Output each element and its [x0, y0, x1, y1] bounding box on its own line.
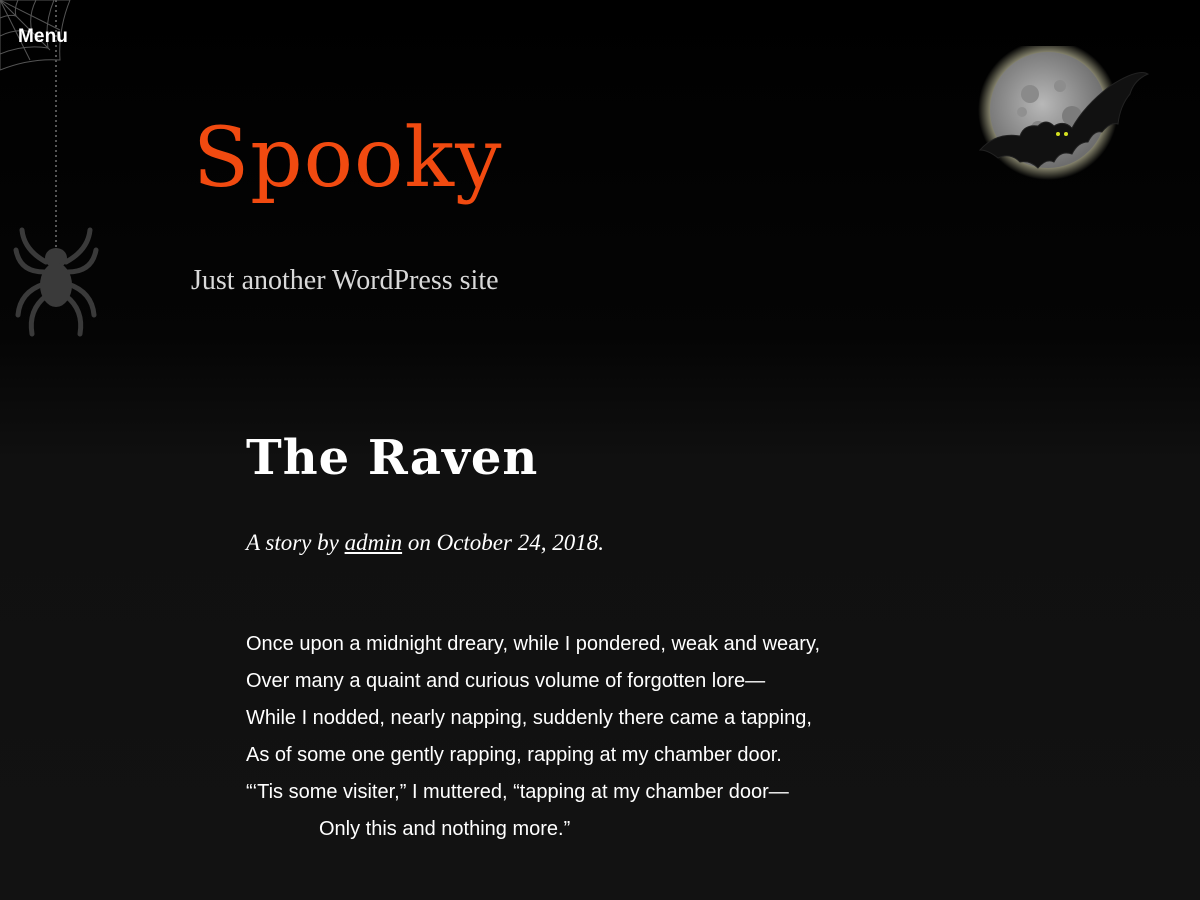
menu-toggle-button[interactable]: Menu	[18, 26, 68, 48]
site-tagline: Just another WordPress site	[191, 265, 499, 296]
poem-line: Over many a quaint and curious volume of…	[246, 670, 766, 692]
poem-line: While I nodded, nearly napping, suddenly…	[246, 707, 812, 729]
post-meta: A story by admin on October 24, 2018.	[246, 530, 604, 556]
post-meta-on: on	[407, 530, 431, 555]
post-content: Once upon a midnight dreary, while I pon…	[246, 626, 946, 848]
poem-line: As of some one gently rapping, rapping a…	[246, 744, 782, 766]
moon-bat-group	[978, 46, 1150, 180]
site-title[interactable]: Spooky	[193, 118, 502, 200]
post-meta-prefix: A story by	[246, 530, 339, 555]
post-date: October 24, 2018.	[436, 530, 604, 555]
post-author-link[interactable]: admin	[345, 530, 403, 555]
post-title: The Raven	[246, 430, 539, 486]
poem-line: Only this and nothing more.”	[319, 818, 571, 840]
poem-line: “‘Tis some visiter,” I muttered, “tappin…	[246, 781, 789, 803]
poem-line: Once upon a midnight dreary, while I pon…	[246, 633, 821, 655]
spider-icon	[13, 0, 99, 337]
